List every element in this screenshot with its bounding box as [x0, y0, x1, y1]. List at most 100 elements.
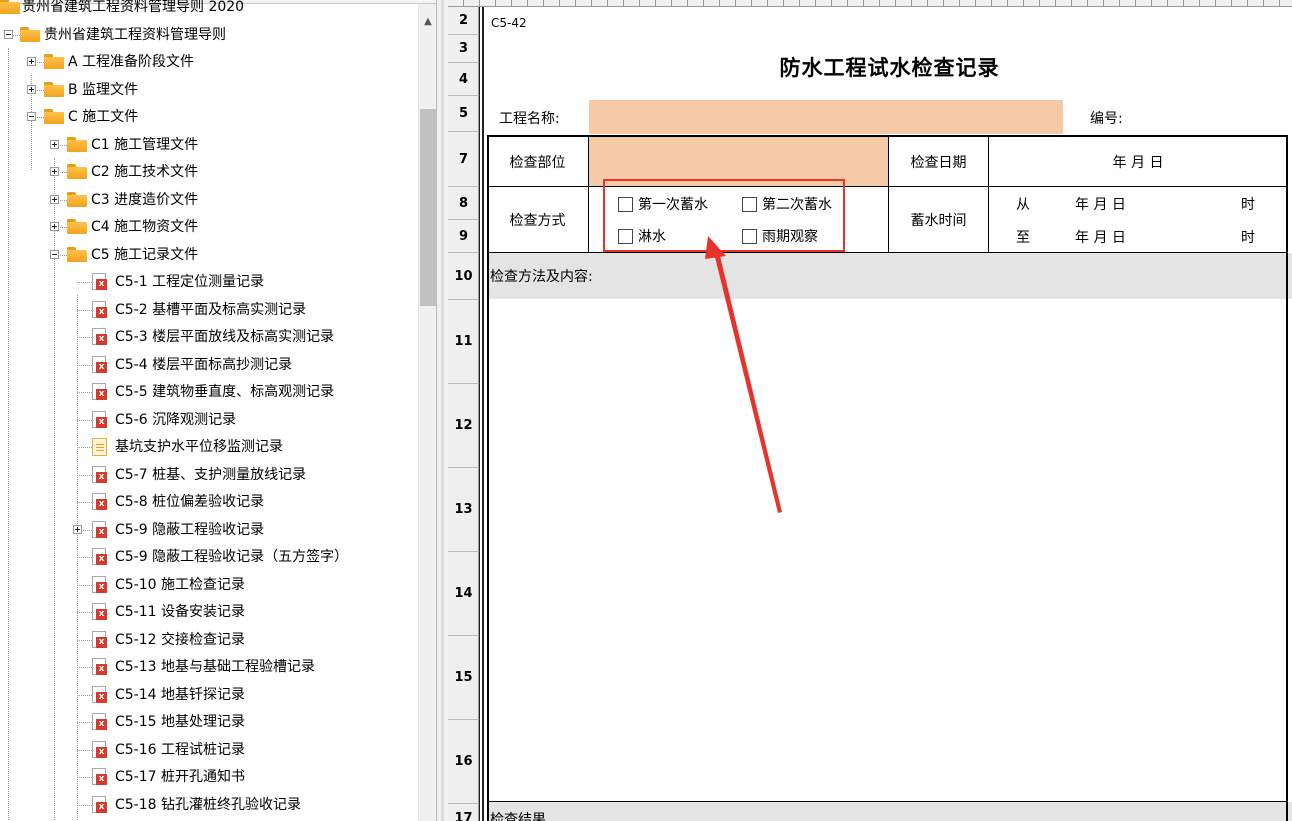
tree-item[interactable]: C4 施工物资文件 — [0, 214, 418, 240]
frozen-pane-divider — [479, 7, 487, 821]
tree-item[interactable]: x C5-14 地基钎探记录 — [0, 682, 418, 708]
tree-item[interactable]: 基坑支护水平位移监测记录 — [0, 434, 418, 460]
tree-item[interactable]: x C5-10 施工检查记录 — [0, 572, 418, 598]
tree-guide-line — [77, 777, 92, 778]
tree-item[interactable]: A 工程准备阶段文件 — [0, 49, 418, 75]
project-name-input[interactable] — [589, 100, 1063, 134]
tree-item[interactable]: x C5-5 建筑物垂直度、标高观测记录 — [0, 379, 418, 405]
tree-item[interactable]: x C5-7 桩基、支护测量放线记录 — [0, 462, 418, 488]
expand-plus-icon[interactable] — [27, 84, 36, 94]
tree-item[interactable]: C3 进度造价文件 — [0, 187, 418, 213]
storage-from-label: 从 — [1016, 197, 1030, 213]
scroll-up-arrow-icon[interactable]: ▲ — [419, 14, 437, 30]
row-number[interactable]: 3 — [448, 35, 479, 63]
scroll-thumb[interactable] — [420, 109, 436, 306]
tree-item-label: C5-1 工程定位测量记录 — [115, 274, 265, 290]
tree-item-label: C1 施工管理文件 — [91, 136, 199, 153]
tree-item-label: C 施工文件 — [68, 109, 139, 125]
row-number[interactable]: 11 — [448, 300, 479, 384]
row-number[interactable]: 4 — [448, 63, 479, 96]
tree-item[interactable]: x C5-6 沉降观测记录 — [0, 407, 418, 433]
check-date-value[interactable]: 年 月 日 — [989, 137, 1287, 186]
storage-time-label: 蓄水时间 — [910, 212, 967, 229]
tree-item[interactable]: x C5-11 设备安装记录 — [0, 599, 418, 625]
form-code: C5-42 — [491, 16, 527, 30]
expand-plus-icon[interactable] — [27, 57, 36, 66]
tree-item[interactable]: C2 施工技术文件 — [0, 159, 418, 185]
tree-item[interactable]: x C5-16 工程试桩记录 — [0, 737, 418, 763]
row-number[interactable]: 12 — [448, 384, 479, 468]
row-number[interactable]: 16 — [448, 720, 479, 804]
collapse-minus-icon[interactable] — [50, 249, 59, 259]
tree-item[interactable]: x C5-1 工程定位测量记录 — [0, 269, 418, 295]
table-border — [1286, 135, 1288, 821]
collapse-minus-icon[interactable] — [27, 112, 36, 121]
serial-input[interactable] — [1138, 100, 1288, 134]
tree-guide-line — [77, 392, 92, 393]
excel-doc-icon: x — [92, 685, 107, 704]
check-method-label: 检查方式 — [509, 212, 566, 229]
row-number[interactable]: 13 — [448, 468, 479, 552]
excel-doc-icon: x — [92, 493, 107, 511]
folder-icon — [67, 136, 89, 153]
row-number[interactable]: 15 — [448, 636, 479, 720]
expand-plus-icon[interactable] — [50, 167, 59, 176]
row-number[interactable]: 8 — [448, 187, 479, 220]
table-border — [487, 135, 489, 821]
tree-item[interactable]: x C5-17 桩开孔通知书 — [0, 764, 418, 790]
row-number[interactable]: 17 — [448, 804, 479, 821]
document-tree: 贵州省建筑工程资料管理导则 2020 贵州省建筑工程资料管理导则 A 工程准备阶段文… — [0, 0, 418, 821]
tree-guide-line — [77, 364, 92, 366]
storage-from-date[interactable]: 年 月 日 — [1075, 194, 1126, 214]
tree-item[interactable]: x C5-9 隐蔽工程验收记录（五方签字） — [0, 544, 418, 570]
excel-doc-icon: x — [92, 768, 107, 786]
tree-item[interactable]: C5 施工记录文件 — [0, 242, 418, 268]
row-number[interactable]: 10 — [448, 253, 479, 300]
form-title: 防水工程试水检查记录 — [779, 56, 1000, 80]
tree-item-label: C5-14 地基钎探记录 — [115, 686, 245, 703]
tree-item[interactable]: B 监理文件 — [0, 77, 418, 103]
row-number[interactable]: 2 — [448, 7, 479, 35]
excel-doc-icon: x — [92, 658, 107, 676]
tree-guide-line — [77, 639, 92, 641]
expand-plus-icon[interactable] — [50, 139, 59, 149]
tree-item[interactable]: x C5-9 隐蔽工程验收记录 — [0, 517, 418, 543]
check-date-label: 检查日期 — [910, 154, 967, 171]
excel-doc-icon: x — [92, 410, 107, 429]
expand-plus-icon[interactable] — [50, 222, 59, 231]
tree-item[interactable]: 贵州省建筑工程资料管理导则 — [0, 22, 418, 48]
tree-item-label: C5-10 施工检查记录 — [115, 576, 245, 593]
tree-item[interactable]: x C5-8 桩位偏差验收记录 — [0, 489, 418, 515]
tree-item-label: C4 施工物资文件 — [91, 219, 199, 235]
tree-scrollbar[interactable]: ▲ — [418, 4, 436, 821]
folder-icon — [67, 164, 89, 180]
expand-plus-icon[interactable] — [73, 524, 82, 534]
storage-to-date[interactable]: 年 月 日 — [1075, 227, 1126, 247]
row-number[interactable]: 14 — [448, 552, 479, 636]
document-tree-panel: 贵州省建筑工程资料管理导则 2020 贵州省建筑工程资料管理导则 A 工程准备阶段文… — [0, 0, 440, 821]
tree-item[interactable]: 贵州省建筑工程资料管理导则 2020 — [0, 0, 418, 20]
method-content-area[interactable] — [487, 300, 1287, 801]
tree-guide-line — [77, 502, 92, 503]
tree-item[interactable]: x C5-15 地基处理记录 — [0, 709, 418, 735]
tree-item[interactable]: x C5-18 钻孔灌桩终孔验收记录 — [0, 792, 418, 818]
row-number[interactable]: 5 — [448, 96, 479, 132]
tree-guide-line — [77, 694, 92, 696]
tree-item[interactable]: C 施工文件 — [0, 104, 418, 130]
tree-item[interactable]: x C5-13 地基与基础工程验槽记录 — [0, 654, 418, 680]
note-doc-icon — [92, 438, 107, 456]
excel-doc-icon: x — [92, 300, 107, 319]
collapse-minus-icon[interactable] — [4, 29, 13, 39]
row-number[interactable]: 9 — [448, 220, 479, 253]
expand-plus-icon[interactable] — [50, 194, 59, 204]
tree-item-label: C5-11 设备安装记录 — [115, 604, 245, 620]
tree-item[interactable]: x C5-4 楼层平面标高抄测记录 — [0, 352, 418, 378]
tree-item[interactable]: x C5-3 楼层平面放线及标高实测记录 — [0, 324, 418, 350]
tree-item[interactable]: x C5-2 基槽平面及标高实测记录 — [0, 297, 418, 323]
tree-item[interactable]: x C5-12 交接检查记录 — [0, 627, 418, 653]
tree-item-label: C5-17 桩开孔通知书 — [115, 769, 245, 785]
row-number[interactable]: 7 — [448, 132, 479, 187]
tree-item[interactable]: C1 施工管理文件 — [0, 132, 418, 158]
panel-splitter[interactable] — [436, 0, 448, 821]
annotation-highlight-box — [603, 179, 845, 252]
